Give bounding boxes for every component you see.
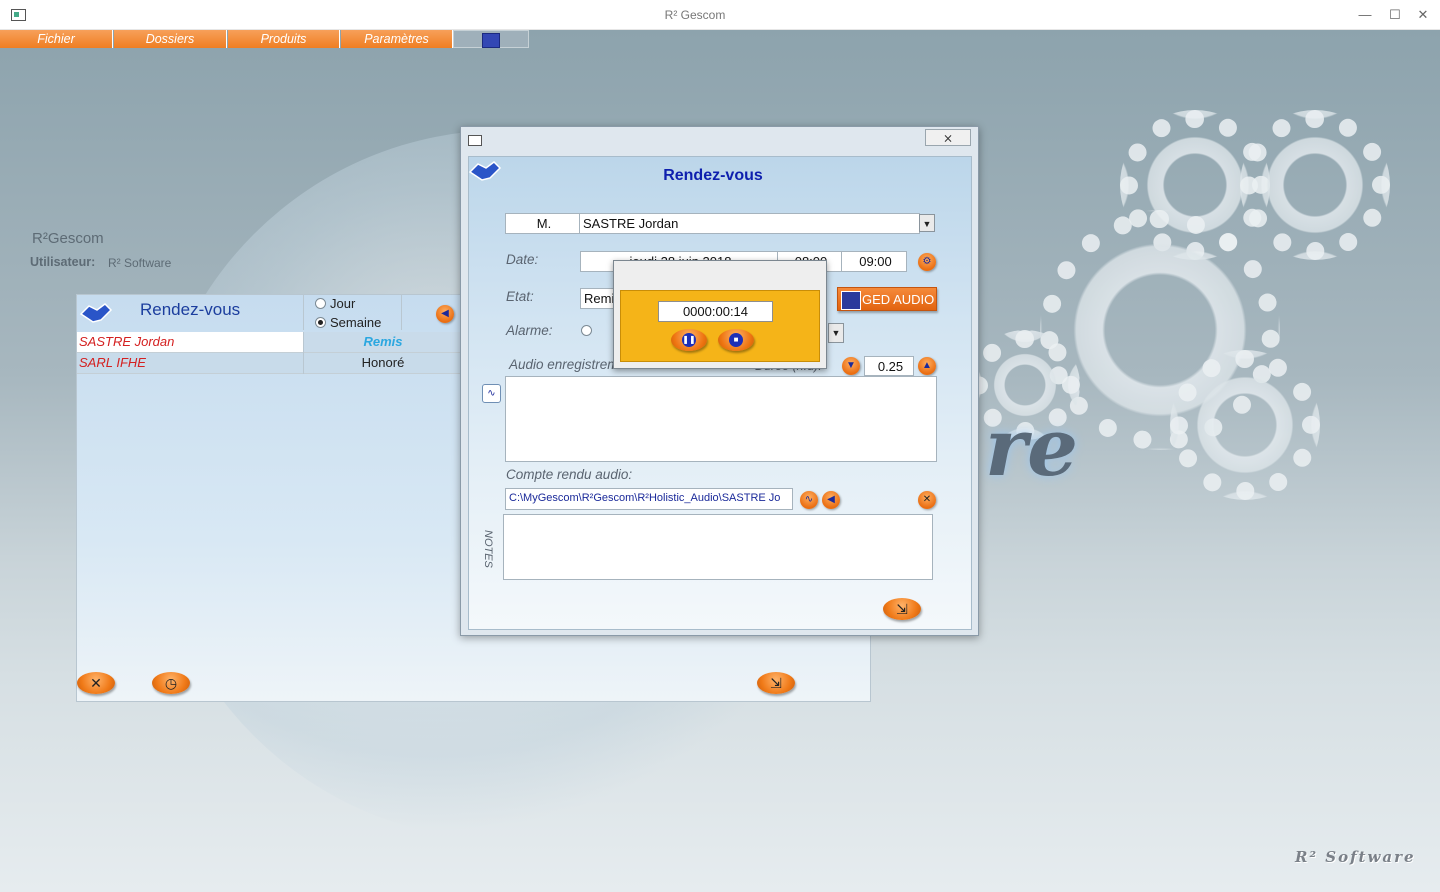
dialog-title: Rendez-vous (663, 167, 763, 184)
delete-button[interactable]: ✕ (77, 672, 115, 694)
gear-settings-button[interactable]: ⚙ (918, 253, 936, 271)
gear-image (1170, 350, 1320, 500)
record-icon[interactable]: ∿ (800, 491, 818, 509)
window-title: R² Gescom (664, 8, 726, 22)
row-name: SARL IFHE (79, 355, 146, 370)
background-logo-text: re (985, 400, 1079, 494)
radio-jour-label: Jour (330, 296, 356, 311)
app-name: R²Gescom (32, 230, 104, 247)
menu-parametres[interactable]: Paramètres (341, 30, 453, 48)
user-label: Utilisateur: (30, 255, 96, 269)
dialog-exit-button[interactable]: ⇲ (883, 598, 921, 620)
date-label: Date: (506, 252, 539, 267)
notes-textarea[interactable] (503, 514, 933, 580)
exit-button[interactable]: ⇲ (757, 672, 795, 694)
clock-button[interactable]: ◷ (152, 672, 190, 694)
notes-label: NOTES (482, 530, 494, 568)
table-row[interactable]: SARL IFHE (77, 353, 303, 374)
table-row[interactable]: SASTRE Jordan (77, 332, 303, 353)
duree-decrease-button[interactable]: ▼ (842, 357, 860, 375)
alarme-dropdown-icon[interactable]: ▼ (828, 323, 844, 343)
maximize-icon[interactable]: ☐ (1380, 5, 1410, 25)
divider (303, 332, 304, 374)
minimize-icon[interactable]: — (1350, 5, 1380, 25)
window-titlebar: R² Gescom — ☐ ✕ (0, 0, 1440, 30)
row-status: Remis (303, 332, 463, 353)
stop-button[interactable]: ■ (718, 329, 754, 351)
etat-label: Etat: (506, 289, 534, 304)
divider (303, 294, 304, 330)
audio-path-field[interactable]: C:\MyGescom\R²Gescom\R²Holistic_Audio\SA… (505, 488, 793, 510)
recording-timer: 0000:00:14 (658, 301, 773, 322)
list-title: Rendez-vous (140, 300, 241, 319)
windows-menu-icon[interactable] (453, 30, 529, 48)
dialog-close-button[interactable]: ⨯ (925, 129, 971, 146)
audio-wave-icon[interactable]: ∿ (482, 384, 501, 403)
divider (401, 294, 402, 330)
pause-button[interactable]: ❚❚ (671, 329, 707, 351)
close-window-icon[interactable]: ✕ (1408, 5, 1438, 25)
radio-semaine-label: Semaine (330, 315, 382, 330)
alarme-radio[interactable] (581, 325, 592, 336)
ged-audio-button[interactable]: GED AUDIO (837, 287, 937, 311)
brand-watermark: R² Software (1295, 848, 1416, 866)
menu-dossiers[interactable]: Dossiers (114, 30, 227, 48)
alarme-label: Alarme: (506, 323, 553, 338)
arrow-left-button[interactable]: ◀ (436, 305, 454, 323)
radio-semaine[interactable] (315, 317, 326, 328)
civility-field[interactable]: M. (505, 213, 580, 234)
client-field[interactable]: SASTRE Jordan (579, 213, 920, 234)
client-dropdown-icon[interactable]: ▼ (919, 214, 935, 232)
dialog-icon (468, 135, 482, 146)
row-name: SASTRE Jordan (79, 334, 175, 349)
duree-field[interactable]: 0.25 (864, 356, 914, 376)
menu-fichier[interactable]: Fichier (0, 30, 113, 48)
ged-audio-label: GED AUDIO (862, 292, 935, 307)
ged-icon (841, 291, 861, 310)
clear-path-icon[interactable]: ✕ (918, 491, 936, 509)
row-status: Honoré (303, 353, 463, 374)
stop-icon: ■ (729, 333, 743, 347)
audio-textarea[interactable] (505, 376, 937, 462)
handshake-icon (79, 303, 113, 323)
gear-image (1240, 110, 1390, 260)
radio-jour[interactable] (315, 298, 326, 309)
end-time-field[interactable]: 09:00 (841, 251, 907, 272)
duree-increase-button[interactable]: ▲ (918, 357, 936, 375)
handshake-icon (468, 161, 502, 181)
menu-produits[interactable]: Produits (228, 30, 340, 48)
compte-rendu-label: Compte rendu audio: (506, 467, 633, 482)
menu-bar: Fichier Dossiers Produits Paramètres (0, 30, 530, 48)
user-value: R² Software (108, 256, 172, 270)
pause-icon: ❚❚ (682, 333, 696, 347)
speaker-icon[interactable]: ◀ (822, 491, 840, 509)
